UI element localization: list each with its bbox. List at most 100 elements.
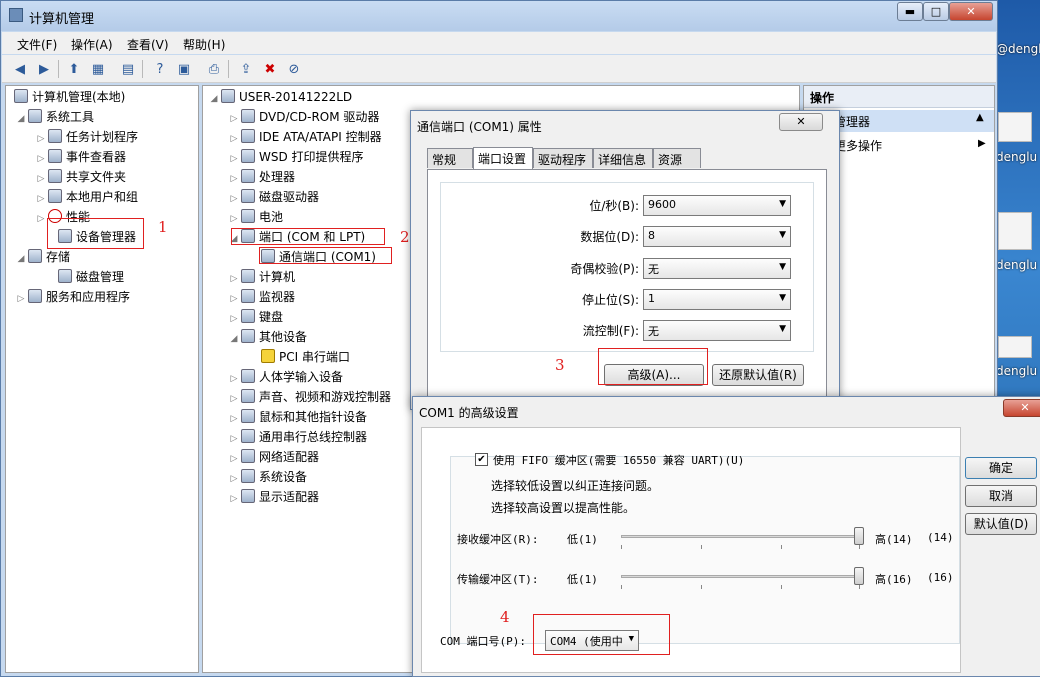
update-driver-icon[interactable]: ⇪ [236, 59, 256, 79]
device-category[interactable]: ▷ WSD 打印提供程序 [229, 147, 364, 167]
desktop-icon-label[interactable]: @denglu [996, 42, 1040, 56]
device-category[interactable]: ▷ 网络适配器 [229, 447, 319, 467]
tree-item-disk-management[interactable]: 磁盘管理 [46, 267, 124, 287]
desktop-file-thumbnail[interactable] [998, 336, 1032, 358]
actions-more[interactable]: 更多操作 [834, 137, 882, 154]
up-folder-icon[interactable]: ⬆ [64, 59, 84, 79]
restore-defaults-button[interactable]: 还原默认值(R) [712, 364, 804, 386]
stop-bits-select[interactable]: 1 ▼ [643, 289, 791, 310]
parity-select[interactable]: 无 ▼ [643, 258, 791, 279]
desktop-icon-label[interactable]: denglu [996, 258, 1037, 272]
receive-slider-thumb[interactable] [854, 527, 864, 545]
device-category[interactable]: ▷ 系统设备 [229, 467, 307, 487]
device-category[interactable]: ▷ 电池 [229, 207, 283, 227]
scan-hardware-icon[interactable]: ⎙ [204, 59, 224, 79]
transmit-slider-thumb[interactable] [854, 567, 864, 585]
baud-rate-select[interactable]: 9600 ▼ [643, 195, 791, 216]
tree-item-event-viewer[interactable]: ▷ 事件查看器 [36, 147, 126, 167]
hint-lower-text: 选择较低设置以纠正连接问题。 [491, 479, 660, 493]
collapsed-arrow-icon[interactable]: ▷ [36, 129, 46, 149]
submenu-arrow-icon[interactable]: ▶ [978, 138, 986, 149]
export-list-icon[interactable]: ▤ [118, 59, 138, 79]
receive-buffer-slider[interactable] [621, 535, 859, 538]
data-bits-select[interactable]: 8 ▼ [643, 226, 791, 247]
collapsed-arrow-icon: ▷ [230, 274, 238, 284]
close-button[interactable]: ✕ [949, 2, 993, 21]
device-tree-root[interactable]: ◢ USER-20141222LD [209, 87, 352, 107]
maximize-button[interactable]: □ [923, 2, 949, 21]
collapsed-arrow-icon: ▷ [230, 214, 238, 224]
dialog-close-button[interactable]: ✕ [779, 113, 823, 131]
tab-details[interactable]: 详细信息 [593, 148, 653, 168]
tree-item-task-scheduler[interactable]: ▷ 任务计划程序 [36, 127, 138, 147]
device-category[interactable]: ▷ 处理器 [229, 167, 295, 187]
desktop-icon-label[interactable]: denglu [996, 150, 1037, 164]
tree-item-services-apps[interactable]: ▷ 服务和应用程序 [16, 287, 130, 307]
tools-icon [28, 109, 42, 123]
collapsed-arrow-icon[interactable]: ▷ [36, 189, 46, 209]
device-category[interactable]: ▷ 人体学输入设备 [229, 367, 343, 387]
collapsed-arrow-icon[interactable]: ▷ [16, 289, 26, 309]
help-icon[interactable]: ? [150, 59, 170, 79]
desktop-file-thumbnail[interactable] [998, 212, 1032, 250]
defaults-button[interactable]: 默认值(D) [965, 513, 1037, 535]
flow-control-select[interactable]: 无 ▼ [643, 320, 791, 341]
tree-item-shared-folders[interactable]: ▷ 共享文件夹 [36, 167, 126, 187]
collapsed-arrow-icon[interactable]: ▷ [36, 209, 46, 229]
title-bar[interactable]: 计算机管理 ▬ □ ✕ [1, 1, 997, 31]
back-arrow-icon[interactable]: ◀ [10, 59, 30, 79]
desktop-file-thumbnail[interactable] [998, 112, 1032, 142]
device-category[interactable]: ▷ 监视器 [229, 287, 295, 307]
receive-low-label: 低(1) [567, 533, 598, 546]
menu-file[interactable]: 文件(F) [17, 36, 57, 53]
transmit-buffer-slider[interactable] [621, 575, 859, 578]
tree-item-system-tools[interactable]: ◢ 系统工具 [16, 107, 94, 127]
expanded-arrow-icon[interactable]: ◢ [16, 249, 26, 269]
tab-general[interactable]: 常规 [427, 148, 473, 168]
dropdown-arrow-icon: ▼ [779, 230, 786, 240]
device-category[interactable]: ▷ 磁盘驱动器 [229, 187, 319, 207]
device-category[interactable]: ▷ DVD/CD-ROM 驱动器 [229, 107, 379, 127]
desktop-icon-label[interactable]: denglu [996, 364, 1037, 378]
properties-icon[interactable]: ▣ [174, 59, 194, 79]
fifo-checkbox[interactable]: ✔ [475, 453, 488, 466]
device-category[interactable]: ▷ 声音、视频和游戏控制器 [229, 387, 391, 407]
dialog-close-button[interactable]: ✕ [1003, 399, 1040, 417]
select-value: 8 [648, 229, 655, 242]
tree-item-local-users[interactable]: ▷ 本地用户和组 [36, 187, 138, 207]
annotation-number: 3 [555, 356, 565, 374]
collapse-arrow-icon[interactable]: ▲ [976, 112, 984, 123]
device-category-other[interactable]: ◢ 其他设备 [229, 327, 307, 347]
cancel-button[interactable]: 取消 [965, 485, 1037, 507]
tab-resources[interactable]: 资源 [653, 148, 701, 168]
device-category[interactable]: ▷ 键盘 [229, 307, 283, 327]
device-category[interactable]: ▷ IDE ATA/ATAPI 控制器 [229, 127, 382, 147]
collapsed-arrow-icon[interactable]: ▷ [36, 169, 46, 189]
device-category[interactable]: ▷ 鼠标和其他指针设备 [229, 407, 367, 427]
ok-button[interactable]: 确定 [965, 457, 1037, 479]
menu-action[interactable]: 操作(A) [71, 36, 113, 53]
device-category[interactable]: ▷ 计算机 [229, 267, 295, 287]
fifo-label: 使用 FIFO 缓冲区(需要 16550 兼容 UART)(U) [493, 454, 745, 467]
tree-item-root[interactable]: 计算机管理(本地) [12, 87, 125, 107]
forward-arrow-icon[interactable]: ▶ [34, 59, 54, 79]
expanded-arrow-icon[interactable]: ◢ [16, 109, 26, 129]
minimize-button[interactable]: ▬ [897, 2, 923, 21]
show-hide-tree-icon[interactable]: ▦ [88, 59, 108, 79]
dialog-title: COM1 的高级设置 [419, 406, 519, 420]
collapsed-arrow-icon: ▷ [230, 474, 238, 484]
device-category[interactable]: ▷ 通用串行总线控制器 [229, 427, 367, 447]
tree-item-storage[interactable]: ◢ 存储 [16, 247, 70, 267]
collapsed-arrow-icon[interactable]: ▷ [36, 149, 46, 169]
expanded-arrow-icon[interactable]: ◢ [209, 89, 219, 109]
toolbar-separator [58, 60, 59, 78]
menu-help[interactable]: 帮助(H) [183, 36, 225, 53]
ide-controller-icon [241, 129, 255, 143]
menu-view[interactable]: 查看(V) [127, 36, 169, 53]
device-item-pci-serial[interactable]: PCI 串行端口 [259, 347, 350, 367]
tab-driver[interactable]: 驱动程序 [533, 148, 593, 168]
disable-device-icon[interactable]: ⊘ [284, 59, 304, 79]
tab-port-settings[interactable]: 端口设置 [473, 147, 533, 169]
device-category[interactable]: ▷ 显示适配器 [229, 487, 319, 507]
uninstall-icon[interactable]: ✖ [260, 59, 280, 79]
